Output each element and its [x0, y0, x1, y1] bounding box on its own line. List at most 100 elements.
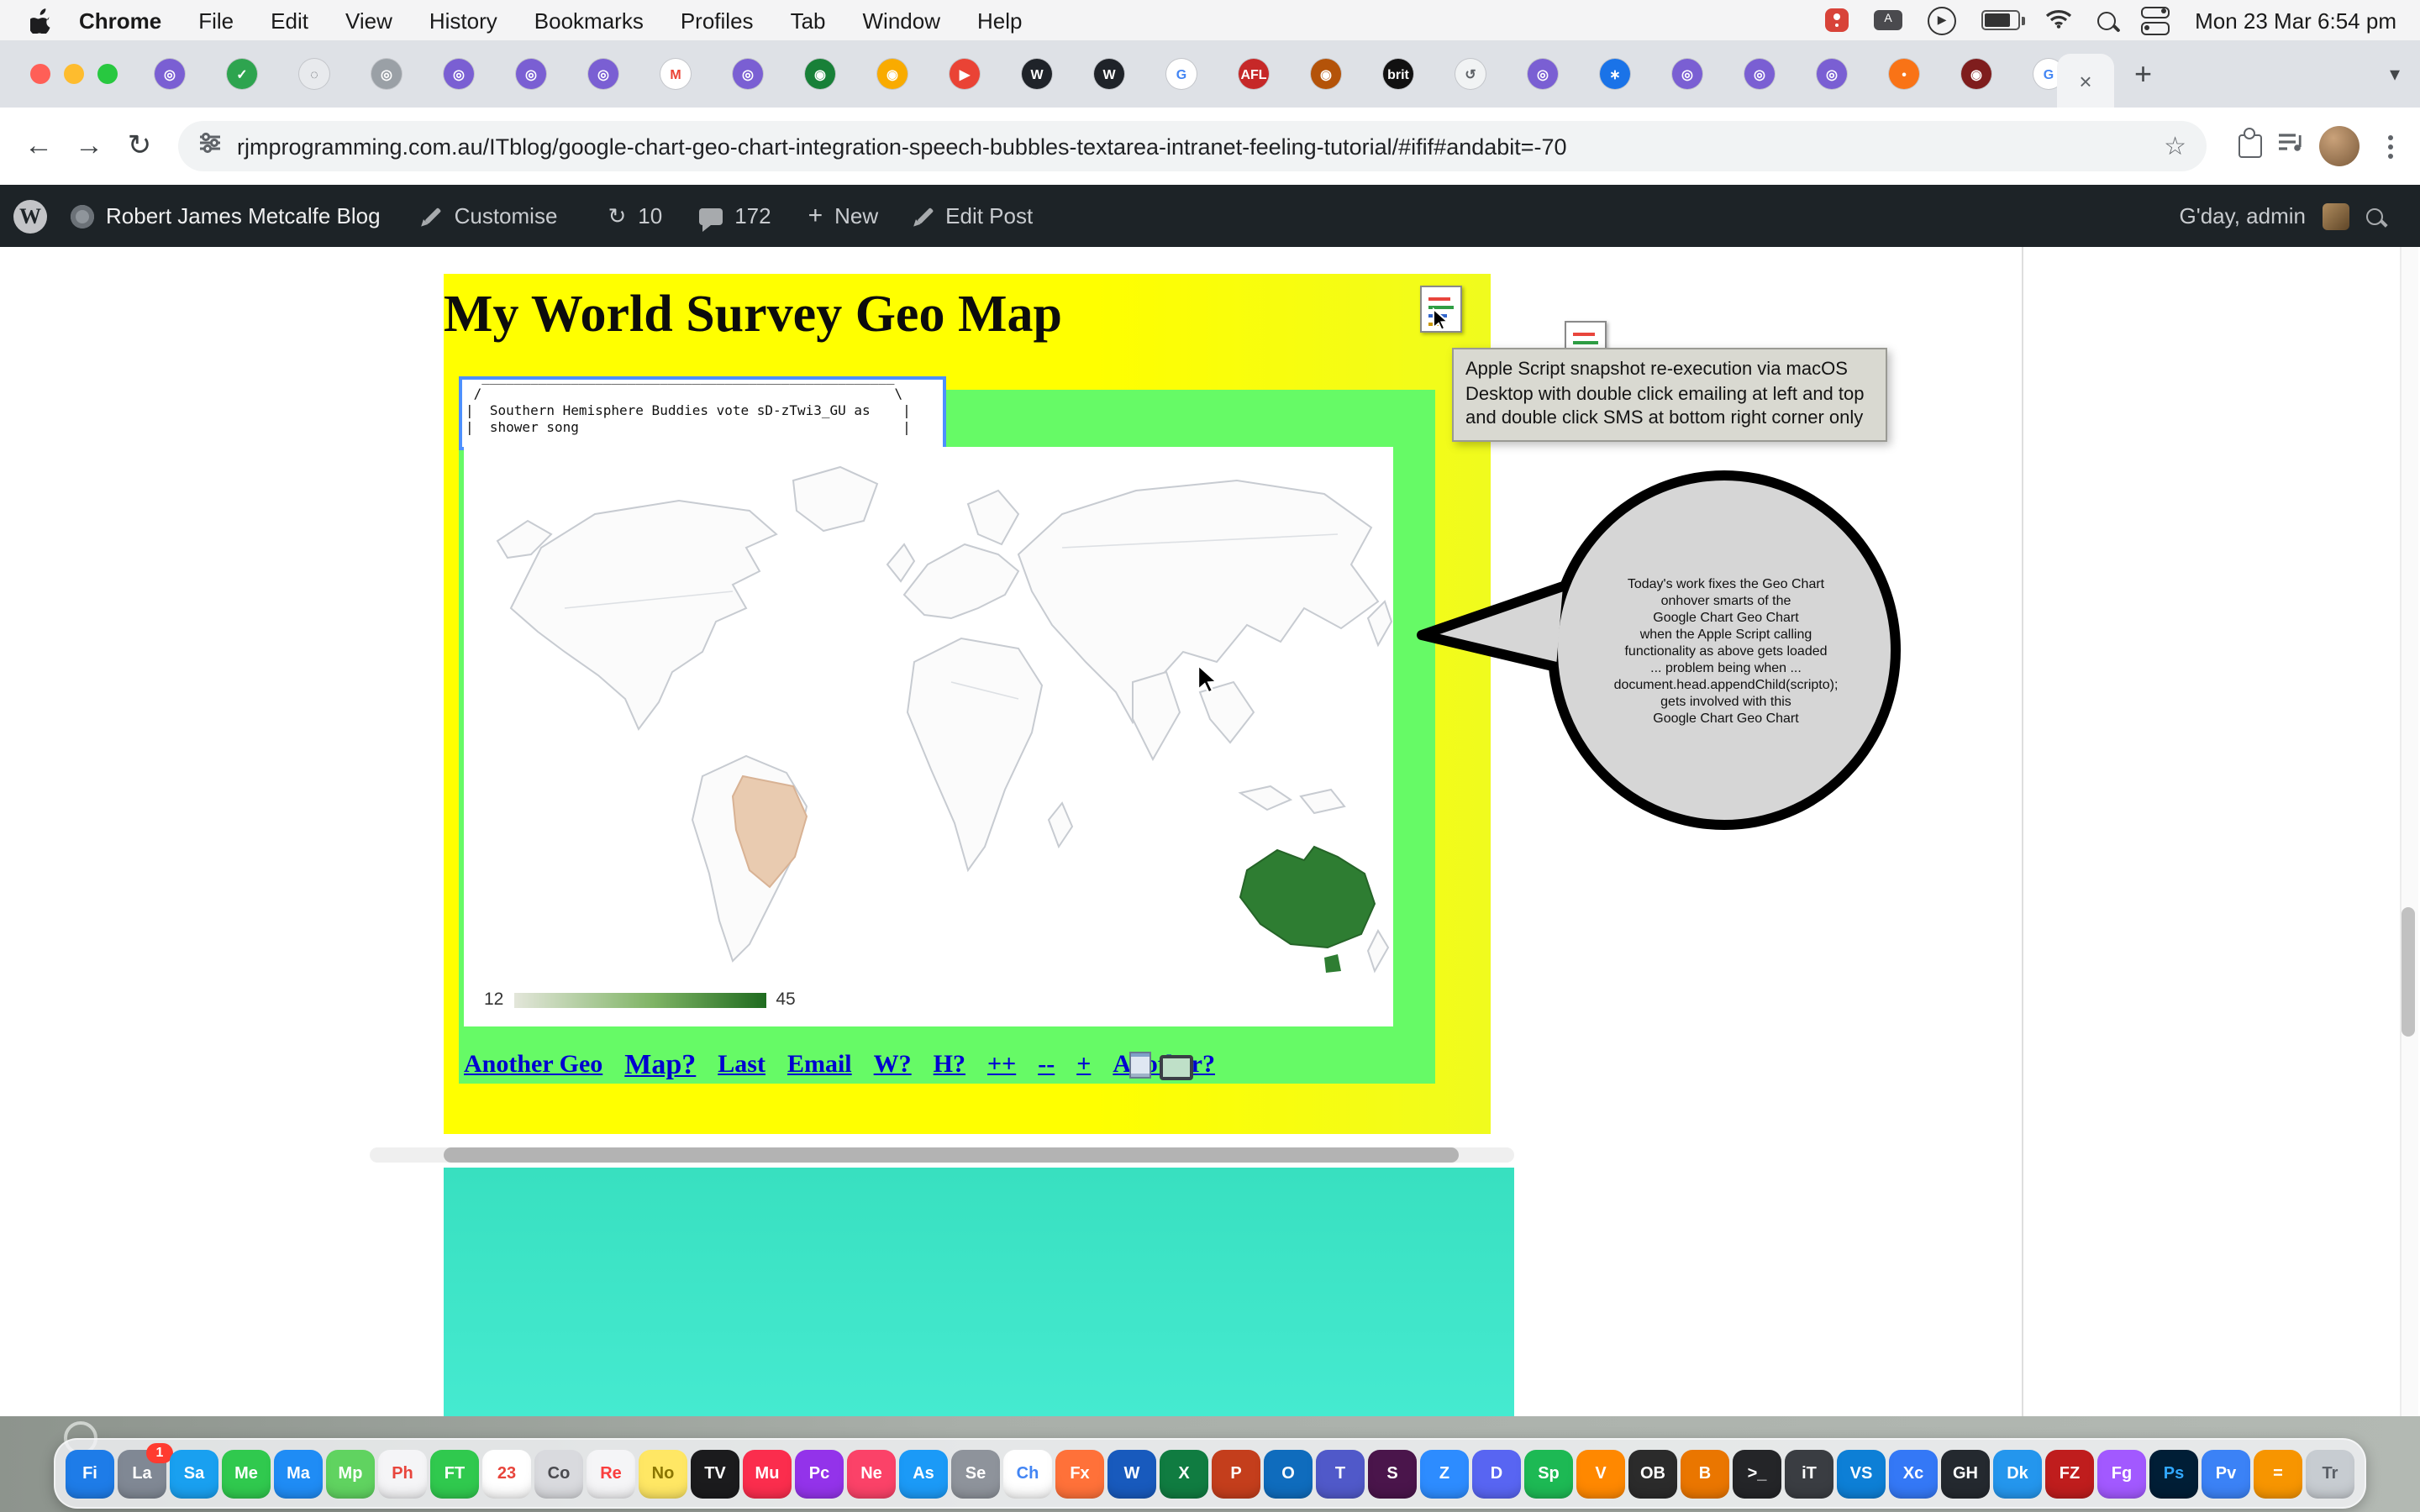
input-source-icon[interactable]: A: [1874, 10, 1902, 30]
pinned-tab-icon[interactable]: M: [660, 59, 691, 89]
pinned-tab-icon[interactable]: W: [1094, 59, 1124, 89]
page-link[interactable]: Map?: [624, 1048, 696, 1082]
tab-close-icon[interactable]: ×: [2079, 68, 2091, 93]
window-zoom-button[interactable]: [97, 64, 118, 84]
reload-button[interactable]: ↻: [114, 129, 165, 163]
dock-app-icon[interactable]: Pc: [795, 1449, 844, 1498]
dock-app-icon[interactable]: P: [1212, 1449, 1260, 1498]
dock-app-icon[interactable]: Se: [951, 1449, 1000, 1498]
dock-app-icon[interactable]: Co: [534, 1449, 583, 1498]
page-link[interactable]: +: [1076, 1051, 1091, 1079]
dock-app-icon[interactable]: Me: [222, 1449, 271, 1498]
pinned-tab-icon[interactable]: ✓: [227, 59, 257, 89]
edit-post-label[interactable]: Edit Post: [945, 203, 1033, 228]
dock-app-icon[interactable]: S: [1368, 1449, 1417, 1498]
menu-item[interactable]: Bookmarks: [534, 8, 644, 33]
omnibox[interactable]: rjmprogramming.com.au/ITblog/google-char…: [178, 121, 2207, 171]
comments-count[interactable]: 172: [734, 203, 771, 228]
pinned-tab-icon[interactable]: ◉: [805, 59, 835, 89]
dock-app-icon[interactable]: VS: [1837, 1449, 1886, 1498]
apple-menu-icon[interactable]: [30, 8, 52, 33]
updates-menu[interactable]: ↻ 10: [608, 202, 662, 229]
customise-label[interactable]: Customise: [455, 203, 558, 228]
browser-menu-icon[interactable]: [2388, 144, 2393, 149]
geo-map[interactable]: 12 45: [464, 447, 1393, 1026]
page-link[interactable]: Last: [718, 1051, 765, 1079]
page-link[interactable]: H?: [934, 1051, 965, 1079]
profile-avatar[interactable]: [2319, 126, 2360, 166]
bookmark-star-icon[interactable]: ☆: [2164, 131, 2186, 161]
new-content-menu[interactable]: + New: [808, 202, 879, 230]
survey-textarea[interactable]: ________________________________________…: [459, 376, 946, 450]
dock-app-icon[interactable]: As: [899, 1449, 948, 1498]
dock-app-icon[interactable]: Pv: [2202, 1449, 2250, 1498]
new-label[interactable]: New: [834, 203, 878, 228]
dock-app-icon[interactable]: Sa: [170, 1449, 218, 1498]
pinned-tab-icon[interactable]: ◌: [299, 59, 329, 89]
site-name[interactable]: Robert James Metcalfe Blog: [106, 203, 381, 228]
pinned-tab-icon[interactable]: ∗: [1600, 59, 1630, 89]
updates-count[interactable]: 10: [638, 203, 662, 228]
pinned-tab-icon[interactable]: ◉: [877, 59, 908, 89]
admin-avatar[interactable]: [2323, 202, 2349, 229]
dock-app-icon[interactable]: T: [1316, 1449, 1365, 1498]
active-tab[interactable]: ×: [2057, 54, 2114, 108]
menu-item[interactable]: File: [198, 8, 234, 33]
dock-app-icon[interactable]: La 1: [118, 1449, 166, 1498]
dock-app-icon[interactable]: V: [1576, 1449, 1625, 1498]
region-africa[interactable]: [908, 638, 1042, 870]
dock-app-icon[interactable]: Fg: [2097, 1449, 2146, 1498]
pinned-tab-icon[interactable]: ◎: [1817, 59, 1847, 89]
active-app-name[interactable]: Chrome: [79, 8, 161, 33]
dock-app-icon[interactable]: Tr: [2306, 1449, 2354, 1498]
dock-app-icon[interactable]: 23: [482, 1449, 531, 1498]
page-link[interactable]: Another Geo: [464, 1051, 602, 1079]
dock-app-icon[interactable]: TV: [691, 1449, 739, 1498]
customise-menu[interactable]: Customise: [424, 203, 558, 228]
pinned-tab-icon[interactable]: ▶: [950, 59, 980, 89]
dock-app-icon[interactable]: Mu: [743, 1449, 792, 1498]
extensions-icon[interactable]: [2238, 134, 2262, 158]
pinned-tab-icon[interactable]: brit: [1383, 59, 1413, 89]
dock-app-icon[interactable]: W: [1107, 1449, 1156, 1498]
dock-app-icon[interactable]: Xc: [1889, 1449, 1938, 1498]
menu-item[interactable]: Edit: [271, 8, 308, 33]
pinned-tab-icon[interactable]: ◎: [444, 59, 474, 89]
dock-app-icon[interactable]: Ph: [378, 1449, 427, 1498]
admin-greeting[interactable]: G'day, admin: [2180, 203, 2306, 228]
menu-bar-clock[interactable]: Mon 23 Mar 6:54 pm: [2195, 8, 2396, 33]
control-center-icon[interactable]: [2141, 6, 2170, 34]
dock-app-icon[interactable]: GH: [1941, 1449, 1990, 1498]
dock-app-icon[interactable]: iT: [1785, 1449, 1833, 1498]
pinned-tab-icon[interactable]: ◎: [588, 59, 618, 89]
dock-app-icon[interactable]: Ma: [274, 1449, 323, 1498]
pinned-tab-icon[interactable]: ◎: [1744, 59, 1775, 89]
region-europe[interactable]: [904, 544, 1018, 618]
window-minimize-button[interactable]: [64, 64, 84, 84]
pinned-tab-icon[interactable]: ◎: [1528, 59, 1558, 89]
menu-item[interactable]: Profiles: [681, 8, 754, 33]
dock-app-icon[interactable]: No: [639, 1449, 687, 1498]
dock-app-icon[interactable]: Mp: [326, 1449, 375, 1498]
dock-app-icon[interactable]: >_: [1733, 1449, 1781, 1498]
menu-item[interactable]: Help: [977, 8, 1023, 33]
dock-app-icon[interactable]: Ch: [1003, 1449, 1052, 1498]
edit-post-menu[interactable]: Edit Post: [915, 203, 1033, 228]
back-button[interactable]: ←: [13, 129, 64, 163]
pinned-tab-icon[interactable]: G: [1166, 59, 1197, 89]
site-settings-icon[interactable]: [198, 130, 222, 162]
screen-mirroring-icon[interactable]: ▶: [1928, 6, 1956, 34]
dock-app-icon[interactable]: Fi: [66, 1449, 114, 1498]
dock-app-icon[interactable]: B: [1681, 1449, 1729, 1498]
admin-search-icon[interactable]: [2366, 207, 2383, 224]
pinned-tab-icon[interactable]: ↺: [1455, 59, 1486, 89]
menu-item[interactable]: Tab: [791, 8, 826, 33]
window-close-button[interactable]: [30, 64, 50, 84]
pinned-tab-icon[interactable]: •: [1889, 59, 1919, 89]
region-australia[interactable]: [1240, 847, 1375, 948]
region-greenland[interactable]: [793, 467, 877, 531]
forward-button[interactable]: →: [64, 129, 114, 163]
new-tab-button[interactable]: +: [2134, 56, 2152, 92]
page-link[interactable]: W?: [874, 1051, 912, 1079]
dock-app-icon[interactable]: D: [1472, 1449, 1521, 1498]
